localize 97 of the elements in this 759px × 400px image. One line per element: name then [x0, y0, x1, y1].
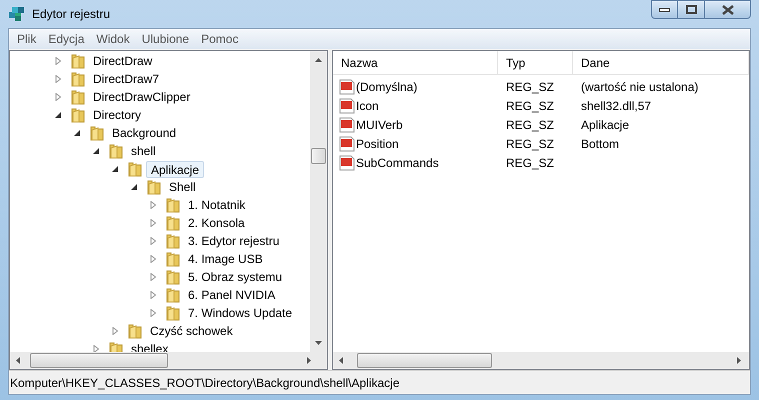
collapse-arrow-icon[interactable] — [92, 147, 100, 155]
folder-icon — [127, 323, 143, 339]
window-title: Edytor rejestru — [32, 6, 110, 23]
value-data: (wartość nie ustalona) — [580, 78, 700, 96]
menu-item[interactable]: Widok — [90, 30, 136, 48]
folder-icon — [165, 197, 181, 213]
expand-arrow-icon[interactable] — [149, 291, 157, 299]
scroll-thumb[interactable] — [357, 353, 492, 368]
column-header[interactable]: Typ — [498, 51, 573, 74]
menu-item[interactable]: Ulubione — [136, 30, 196, 48]
string-value-icon — [339, 98, 355, 114]
value-name[interactable]: Icon — [356, 96, 379, 114]
expand-arrow-icon[interactable] — [54, 75, 62, 83]
value-type: REG_SZ — [505, 154, 556, 172]
scroll-left-icon — [16, 357, 20, 364]
expand-arrow-icon[interactable] — [149, 309, 157, 317]
tree-item[interactable]: Czyść schowek — [146, 322, 237, 340]
value-type: REG_SZ — [505, 136, 556, 152]
string-value-icon — [339, 116, 355, 132]
tree-item[interactable]: 6. Panel NVIDIA — [184, 286, 280, 304]
value-name[interactable]: Position — [356, 134, 399, 152]
value-data: Bottom — [580, 136, 620, 152]
folder-icon — [70, 71, 86, 87]
scroll-down-icon — [315, 341, 322, 345]
string-value-icon — [339, 78, 355, 94]
registry-cubes-icon — [8, 6, 26, 22]
scroll-thumb[interactable] — [30, 353, 168, 368]
folder-icon — [165, 215, 181, 231]
value-name[interactable]: SubCommands — [356, 154, 439, 172]
folder-icon — [70, 89, 86, 105]
vertical-scrollbar[interactable] — [310, 51, 327, 352]
folder-icon — [146, 179, 162, 195]
folder-icon — [108, 143, 124, 159]
collapse-arrow-icon[interactable] — [73, 129, 81, 137]
column-header[interactable]: Nazwa — [333, 51, 498, 74]
expand-arrow-icon[interactable] — [149, 219, 157, 227]
collapse-arrow-icon[interactable] — [54, 111, 62, 119]
folder-icon — [165, 269, 181, 285]
close-button[interactable] — [704, 0, 751, 19]
value-name[interactable]: (Domyślna) — [356, 78, 418, 96]
horizontal-scrollbar[interactable] — [333, 352, 749, 369]
minimize-button[interactable] — [651, 0, 678, 19]
scroll-up-icon — [315, 58, 322, 62]
folder-icon — [70, 107, 86, 123]
tree-item[interactable]: Background — [108, 124, 180, 142]
value-type: REG_SZ — [505, 98, 556, 114]
collapse-arrow-icon[interactable] — [111, 165, 119, 173]
folder-icon — [89, 125, 105, 141]
tree-item[interactable]: DirectDraw7 — [89, 70, 164, 88]
folder-icon — [165, 305, 181, 321]
tree-item[interactable]: 1. Notatnik — [184, 196, 250, 214]
string-value-icon — [339, 154, 355, 170]
scroll-left-icon — [339, 357, 343, 364]
expand-arrow-icon[interactable] — [111, 327, 119, 335]
tree-item[interactable]: 5. Obraz systemu — [184, 268, 286, 286]
tree-item[interactable]: DirectDrawClipper — [89, 88, 194, 106]
menu-item[interactable]: Edycja — [42, 30, 90, 48]
status-bar-path: Komputer\HKEY_CLASSES_ROOT\Directory\Background\shell\Aplikacje — [10, 374, 400, 392]
value-data: Aplikacje — [580, 116, 630, 134]
value-data: shell32.dll,57 — [580, 98, 652, 114]
tree-item[interactable]: Aplikacje — [146, 160, 204, 178]
maximize-button[interactable] — [678, 0, 704, 19]
tree-item[interactable]: Directory — [89, 106, 146, 124]
tree-item[interactable]: shell — [127, 142, 160, 160]
minimize-icon — [659, 8, 670, 12]
folder-icon — [165, 251, 181, 267]
value-name[interactable]: MUIVerb — [356, 116, 403, 134]
string-value-icon — [339, 136, 355, 152]
scroll-right-icon — [737, 357, 741, 364]
tree-item[interactable]: 3. Edytor rejestru — [184, 232, 284, 250]
column-header[interactable]: Dane — [573, 51, 749, 74]
tree-item[interactable]: 7. Windows Update — [184, 304, 296, 322]
tree-item[interactable]: DirectDraw — [89, 52, 156, 70]
collapse-arrow-icon[interactable] — [130, 183, 138, 191]
tree-item[interactable]: 4. Image USB — [184, 250, 267, 268]
folder-icon — [165, 287, 181, 303]
close-icon — [722, 4, 734, 14]
expand-arrow-icon[interactable] — [54, 57, 62, 65]
horizontal-scrollbar[interactable] — [10, 352, 327, 369]
menu-item[interactable]: Plik — [11, 30, 42, 48]
maximize-icon — [686, 5, 696, 14]
value-type: REG_SZ — [505, 116, 556, 134]
scroll-right-icon — [307, 357, 311, 364]
expand-arrow-icon[interactable] — [92, 345, 100, 352]
expand-arrow-icon[interactable] — [149, 273, 157, 281]
expand-arrow-icon[interactable] — [149, 255, 157, 263]
tree-item[interactable]: Shell — [165, 178, 200, 196]
folder-icon — [70, 53, 86, 69]
tree-item[interactable]: 2. Konsola — [184, 214, 249, 232]
value-type: REG_SZ — [505, 78, 556, 96]
expand-arrow-icon[interactable] — [149, 237, 157, 245]
expand-arrow-icon[interactable] — [54, 93, 62, 101]
expand-arrow-icon[interactable] — [149, 201, 157, 209]
folder-icon — [127, 161, 143, 177]
scroll-thumb[interactable] — [311, 148, 326, 164]
folder-icon — [165, 233, 181, 249]
menu-item[interactable]: Pomoc — [195, 30, 244, 48]
